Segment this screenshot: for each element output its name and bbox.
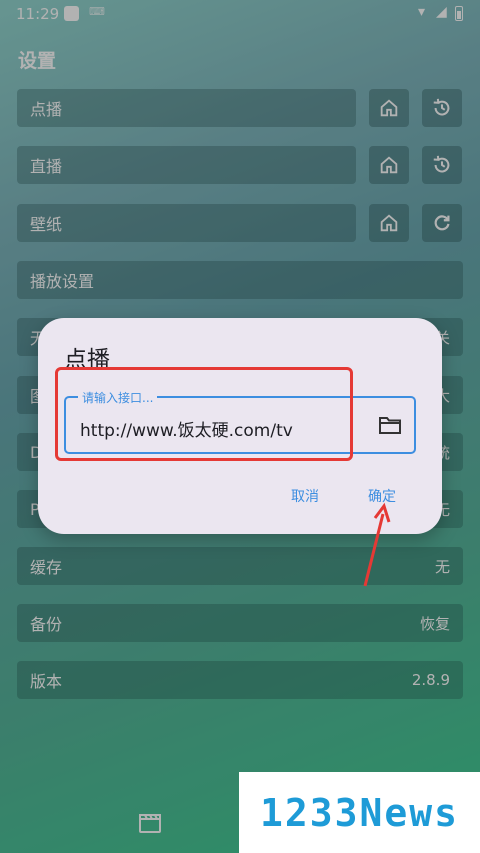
highlight-annotation	[55, 367, 353, 461]
watermark-text: 1233News	[259, 790, 460, 835]
arrow-annotation	[363, 502, 391, 587]
watermark-logo: 1233News	[239, 772, 480, 853]
folder-icon[interactable]	[378, 414, 402, 436]
cancel-button[interactable]: 取消	[291, 486, 319, 506]
